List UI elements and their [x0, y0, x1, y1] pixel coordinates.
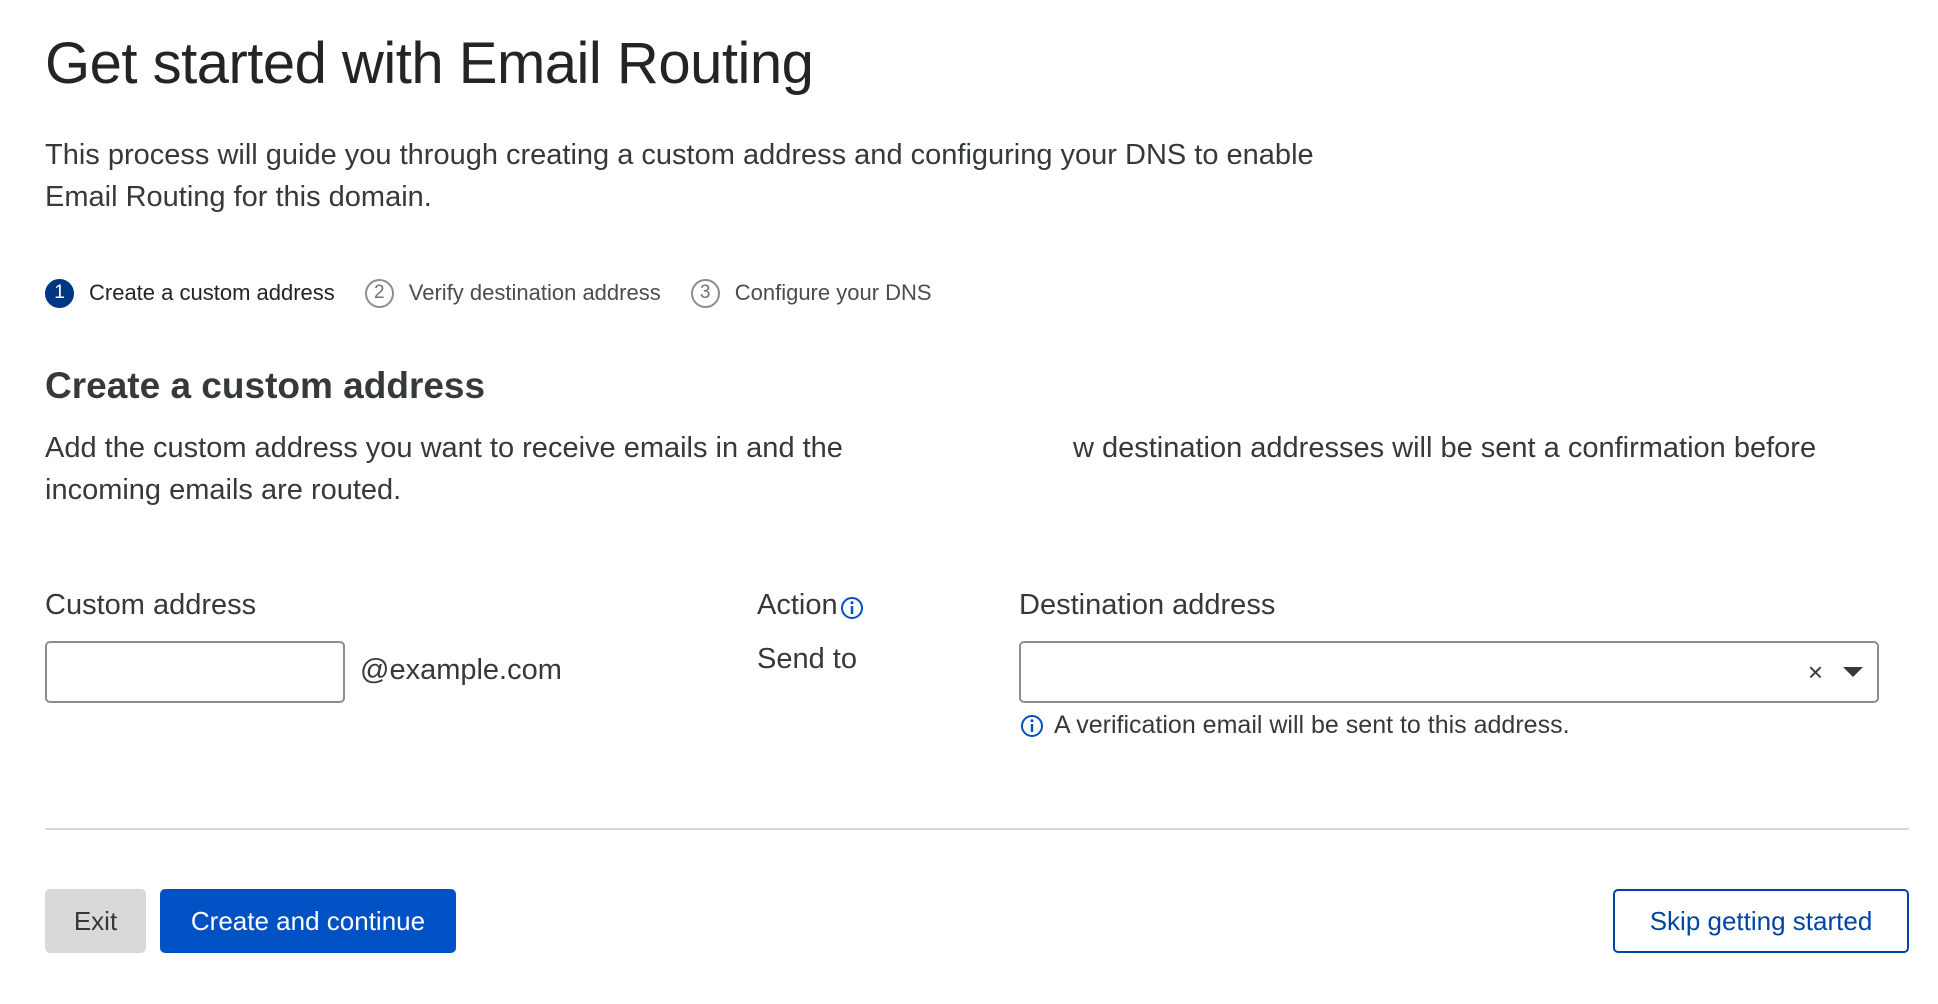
create-and-continue-button[interactable]: Create and continue [160, 889, 456, 953]
exit-button[interactable]: Exit [45, 889, 146, 953]
info-icon[interactable] [840, 596, 864, 620]
destination-address-select[interactable]: × [1019, 641, 1879, 703]
action-value: Send to [757, 643, 857, 675]
clear-icon[interactable]: × [1808, 657, 1823, 687]
email-routing-setup-page: Get started with Email Routing This proc… [0, 0, 1938, 1004]
section-description: Add the custom address you want to recei… [45, 427, 1905, 511]
page-title: Get started with Email Routing [45, 31, 814, 96]
step-create-custom-address: 1 Create a custom address [45, 278, 335, 308]
action-label-group: Action [757, 589, 864, 622]
intro-text: This process will guide you through crea… [45, 139, 1314, 213]
footer-divider [45, 828, 1909, 830]
domain-suffix: @example.com [360, 654, 562, 686]
step-number-1: 1 [45, 278, 74, 308]
custom-address-label: Custom address [45, 589, 257, 621]
step-number-2: 2 [364, 278, 394, 308]
custom-address-input[interactable] [45, 641, 345, 703]
info-icon [1020, 714, 1044, 738]
destination-address-label: Destination address [1019, 589, 1276, 621]
section-title: Create a custom address [45, 365, 486, 406]
stepper: 1 Create a custom address 2 Verify desti… [45, 277, 962, 309]
step-verify-destination-address: 2 Verify destination address [364, 278, 661, 308]
section-description-part1: Add the custom address you want to recei… [45, 432, 843, 464]
chevron-down-icon[interactable] [1843, 667, 1863, 677]
step-label-3: Configure your DNS [734, 280, 932, 305]
step-number-3: 3 [690, 278, 720, 308]
skip-getting-started-button[interactable]: Skip getting started [1613, 889, 1909, 953]
destination-helper: A verification email will be sent to thi… [1020, 711, 1570, 740]
step-label-2: Verify destination address [408, 280, 661, 305]
destination-helper-text: A verification email will be sent to thi… [1054, 711, 1570, 739]
step-label-1: Create a custom address [89, 280, 335, 305]
action-label: Action [757, 589, 838, 621]
step-configure-dns: 3 Configure your DNS [690, 278, 932, 308]
